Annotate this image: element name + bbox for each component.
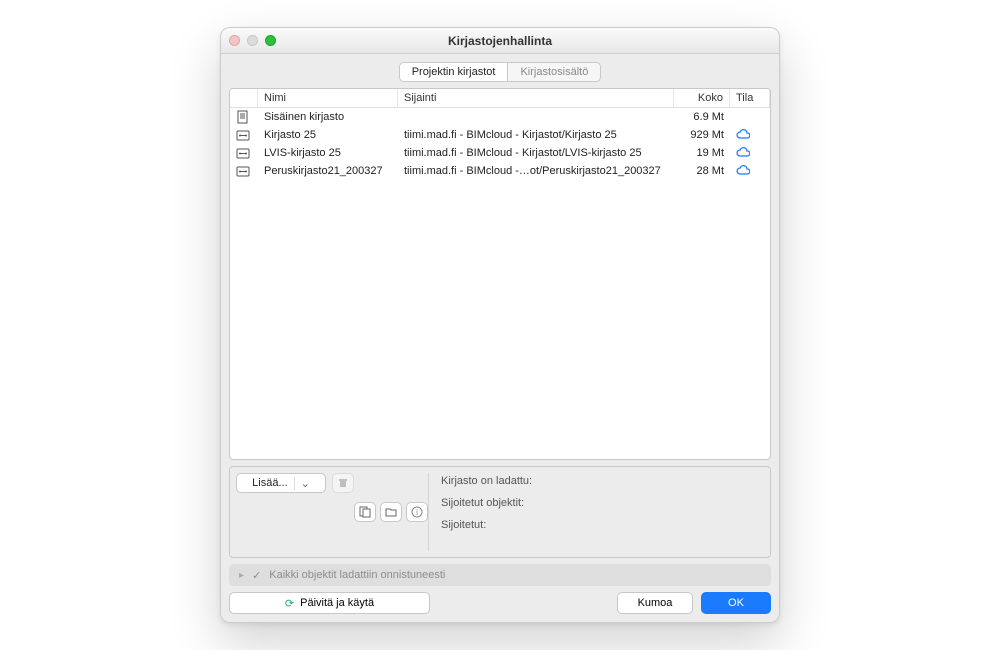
status-bar[interactable]: ▸ ✓ Kaikki objektit ladattiin onnistunee…: [229, 564, 771, 586]
check-icon: ✓: [252, 569, 261, 582]
cloud-status-icon: [730, 147, 770, 159]
folder-settings-button[interactable]: [380, 502, 402, 522]
row-name: Sisäinen kirjasto: [258, 111, 398, 123]
row-size: 19 Mt: [674, 147, 730, 159]
row-size: 28 Mt: [674, 165, 730, 177]
info-placed-objects-label: Sijoitetut objektit:: [441, 497, 756, 509]
row-location: tiimi.mad.fi - BIMcloud - Kirjastot/LVIS…: [398, 147, 674, 159]
info-loaded-label: Kirjasto on ladattu:: [441, 475, 756, 487]
library-type-icon: [230, 164, 258, 178]
col-location[interactable]: Sijainti: [398, 89, 674, 107]
row-name: LVIS-kirjasto 25: [258, 147, 398, 159]
libraries-table: Nimi Sijainti Koko Tila Sisäinen kirjast…: [229, 88, 771, 460]
table-row[interactable]: Kirjasto 25tiimi.mad.fi - BIMcloud - Kir…: [230, 126, 770, 144]
add-library-button[interactable]: Lisää... ⌄: [236, 473, 326, 493]
row-size: 6.9 Mt: [674, 111, 730, 123]
status-message: Kaikki objektit ladattiin onnistuneesti: [269, 569, 445, 581]
info-placed-label: Sijoitetut:: [441, 519, 756, 531]
cloud-status-icon: [730, 165, 770, 177]
close-icon[interactable]: [229, 35, 240, 46]
col-size[interactable]: Koko: [674, 89, 730, 107]
ok-button[interactable]: OK: [701, 592, 771, 614]
cancel-button[interactable]: Kumoa: [617, 592, 693, 614]
info-button[interactable]: i: [406, 502, 428, 522]
row-name: Peruskirjasto21_200327: [258, 165, 398, 177]
library-manager-window: Kirjastojenhallinta Projektin kirjastot …: [220, 27, 780, 623]
col-status[interactable]: Tila: [730, 89, 770, 107]
row-name: Kirjasto 25: [258, 129, 398, 141]
minimize-icon[interactable]: [247, 35, 258, 46]
refresh-icon: ⟳: [285, 597, 294, 610]
library-type-icon: [230, 128, 258, 142]
table-header: Nimi Sijainti Koko Tila: [230, 89, 770, 108]
table-row[interactable]: Peruskirjasto21_200327tiimi.mad.fi - BIM…: [230, 162, 770, 180]
table-row[interactable]: Sisäinen kirjasto 6.9 Mt: [230, 108, 770, 126]
library-type-icon: [230, 146, 258, 160]
table-body: Sisäinen kirjasto6.9 MtKirjasto 25tiimi.…: [230, 108, 770, 459]
row-size: 929 Mt: [674, 129, 730, 141]
maximize-icon[interactable]: [265, 35, 276, 46]
library-type-icon: [230, 110, 258, 124]
info-pane: Kirjasto on ladattu: Sijoitetut objektit…: [428, 473, 764, 551]
lower-panel: Lisää... ⌄ i Kirjasto on ladat: [229, 466, 771, 558]
duplicate-button[interactable]: [354, 502, 376, 522]
refresh-apply-button[interactable]: ⟳ Päivitä ja käytä: [229, 592, 430, 614]
tab-project-libraries[interactable]: Projektin kirjastot: [400, 63, 509, 81]
col-name[interactable]: Nimi: [258, 89, 398, 107]
window-controls: [229, 35, 276, 46]
remove-library-button: [332, 473, 354, 493]
table-row[interactable]: LVIS-kirjasto 25tiimi.mad.fi - BIMcloud …: [230, 144, 770, 162]
chevron-down-icon: ⌄: [294, 477, 310, 490]
window-title: Kirjastojenhallinta: [221, 34, 779, 48]
svg-text:i: i: [416, 508, 418, 517]
chevron-right-icon: ▸: [239, 570, 244, 581]
row-location: tiimi.mad.fi - BIMcloud -…ot/Peruskirjas…: [398, 165, 674, 177]
cloud-status-icon: [730, 129, 770, 141]
tab-library-content[interactable]: Kirjastosisältö: [508, 63, 600, 81]
titlebar[interactable]: Kirjastojenhallinta: [221, 28, 779, 54]
tab-switcher: Projektin kirjastot Kirjastosisältö: [399, 62, 602, 82]
footer: ⟳ Päivitä ja käytä Kumoa OK: [229, 592, 771, 614]
row-location: tiimi.mad.fi - BIMcloud - Kirjastot/Kirj…: [398, 129, 674, 141]
